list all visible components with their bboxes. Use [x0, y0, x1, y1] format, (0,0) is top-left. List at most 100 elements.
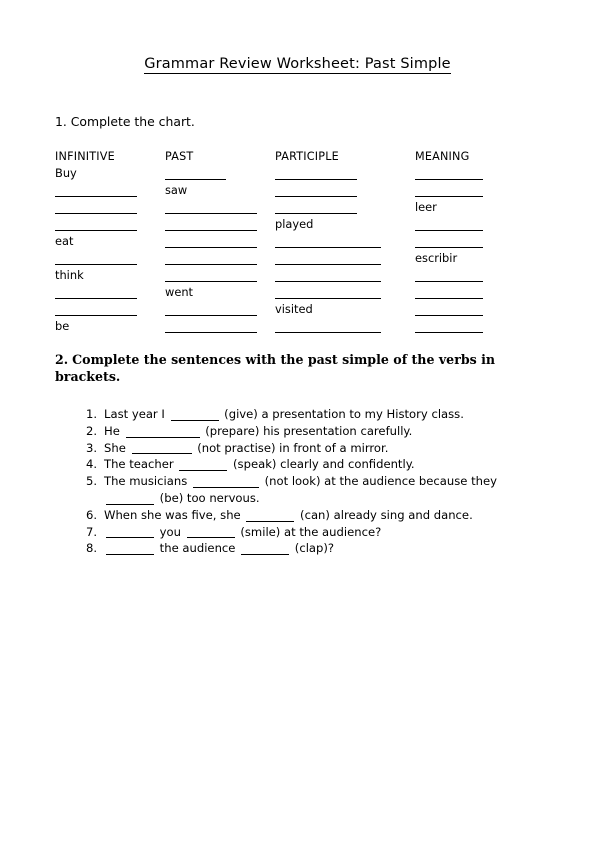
chart-column-header: INFINITIVE — [55, 150, 115, 163]
chart-cell-word: went — [165, 285, 194, 299]
chart-column-body: leer escribir — [415, 166, 495, 336]
sentence-item: 4. The teacher (speak) clearly and confid… — [86, 456, 546, 473]
sentence-item: 7. you (smile) at the audience? — [86, 524, 546, 541]
sentence-item: 3. She (not practise) in front of a mirro… — [86, 440, 546, 457]
chart-cell-blank[interactable] — [415, 217, 495, 234]
sentence-text-run: The teacher — [104, 457, 178, 472]
sentence-text: The teacher (speak) clearly and confiden… — [104, 457, 415, 471]
chart-cell-word: played — [275, 217, 314, 231]
worksheet-page: Grammar Review Worksheet: Past Simple 1.… — [0, 0, 595, 842]
chart-cell-blank[interactable] — [415, 166, 495, 183]
chart-cell-blank[interactable] — [165, 319, 265, 336]
sentence-answer-blank[interactable] — [106, 544, 154, 556]
chart-cell-blank[interactable] — [275, 285, 385, 302]
chart-cell-blank[interactable] — [55, 200, 155, 217]
chart-cell-blank[interactable] — [165, 234, 265, 251]
chart-cell-word: leer — [415, 200, 437, 214]
sentence-item: 2. He (prepare) his presentation carefull… — [86, 423, 546, 440]
sentence-answer-blank[interactable] — [106, 527, 154, 539]
sentence-text-run: (speak) clearly and confidently. — [229, 457, 415, 472]
sentence-text-run: the audience — [156, 541, 240, 556]
chart-column-meaning: MEANING leer escribir — [415, 149, 495, 336]
sentence-number: 4. — [86, 457, 98, 472]
sentence-item: 1. Last year I (give) a presentation to m… — [86, 406, 546, 423]
sentence-text-run: (not practise) in front of a mirror. — [193, 440, 389, 455]
sentence-item: 8. the audience (clap)? — [86, 540, 546, 557]
chart-cell-blank[interactable] — [415, 268, 495, 285]
chart-cell-blank[interactable] — [165, 268, 265, 285]
sentence-text: the audience (clap)? — [104, 541, 334, 555]
sentence-list: 1. Last year I (give) a presentation to m… — [86, 406, 546, 557]
sentence-answer-blank[interactable] — [179, 460, 228, 472]
sentence-text-run: The musicians — [104, 474, 191, 489]
sentence-text-run: (smile) at the audience? — [236, 524, 382, 539]
sentence-text-run: (prepare) his presentation carefully. — [201, 423, 413, 438]
chart-cell-blank[interactable] — [55, 285, 155, 302]
chart-cell-blank[interactable] — [415, 285, 495, 302]
chart-cell-blank[interactable] — [165, 166, 265, 183]
chart-cell-blank[interactable] — [415, 183, 495, 200]
chart-cell-blank[interactable] — [55, 302, 155, 319]
sentence-number: 5. — [86, 474, 98, 489]
chart-cell-word: think — [55, 268, 84, 282]
chart-cell-blank[interactable] — [275, 251, 385, 268]
chart-cell-blank[interactable] — [415, 234, 495, 251]
chart-cell-blank[interactable] — [275, 268, 385, 285]
chart-cell-word: saw — [165, 183, 188, 197]
chart-cell-blank[interactable] — [55, 217, 155, 234]
sentence-text-run: Last year I — [104, 407, 169, 421]
chart-cell-blank[interactable] — [55, 183, 155, 200]
sentence-answer-blank[interactable] — [106, 494, 154, 505]
sentence-text-run: He — [104, 423, 124, 438]
chart-cell-blank[interactable] — [415, 319, 495, 336]
sentence-answer-blank[interactable] — [170, 410, 219, 421]
sentence-number: 2. — [86, 423, 98, 438]
chart-cell-blank[interactable] — [275, 183, 385, 200]
sentence-number: 8. — [86, 541, 98, 556]
sentence-answer-blank[interactable] — [131, 443, 192, 455]
sentence-text-run: (give) a presentation to my History clas… — [220, 407, 464, 421]
sentence-item: 5. The musicians (not look) at the audien… — [86, 473, 546, 507]
sentence-answer-blank[interactable] — [186, 527, 235, 539]
sentence-text-run: When she was five, she — [104, 507, 245, 522]
chart-cell-blank[interactable] — [55, 251, 155, 268]
chart-cell-blank[interactable] — [275, 319, 385, 336]
sentence-answer-blank[interactable] — [125, 427, 200, 438]
sentence-text-run: (not look) at the audience because they — [260, 474, 497, 489]
sentence-answer-blank[interactable] — [192, 477, 259, 488]
chart-column-header: PAST — [165, 150, 194, 163]
chart-column-body: saw went — [165, 166, 265, 336]
sentence-answer-blank[interactable] — [241, 544, 290, 556]
sentence-number: 7. — [86, 524, 98, 539]
chart-cell-word: escribir — [415, 251, 458, 265]
chart-column-header: MEANING — [415, 150, 470, 163]
sentence-text-run: (clap)? — [291, 541, 335, 556]
chart-cell-blank[interactable] — [415, 302, 495, 319]
sentence-text: The musicians (not look) at the audience… — [104, 474, 497, 505]
sentence-text: When she was five, she (can) already sin… — [104, 508, 473, 522]
page-title: Grammar Review Worksheet: Past Simple — [0, 56, 595, 74]
sentence-text: Last year I (give) a presentation to my … — [104, 407, 464, 421]
chart-cell-word: eat — [55, 234, 74, 248]
chart-column-past: PAST saw went — [165, 149, 265, 336]
exercise-1-heading: 1. Complete the chart. — [55, 114, 195, 129]
chart-cell-blank[interactable] — [275, 234, 385, 251]
sentence-answer-blank[interactable] — [246, 511, 295, 522]
sentence-number: 1. — [86, 407, 98, 421]
chart-cell-blank[interactable] — [165, 200, 265, 217]
sentence-number: 3. — [86, 440, 98, 455]
sentence-item: 6. When she was five, she (can) already s… — [86, 507, 546, 524]
chart-column-header: PARTICIPLE — [275, 150, 339, 163]
exercise-2-heading: 2. Complete the sentences with the past s… — [55, 351, 530, 385]
chart-column-infinitive: INFINITIVE Buy eat think be — [55, 149, 155, 336]
chart-cell-blank[interactable] — [165, 251, 265, 268]
sentence-text-run: (be) too nervous. — [156, 490, 260, 505]
chart-cell-blank[interactable] — [275, 166, 385, 183]
chart-cell-blank[interactable] — [165, 302, 265, 319]
chart-column-body: Buy eat think be — [55, 166, 155, 336]
chart-cell-word: be — [55, 319, 70, 333]
chart-column-participle: PARTICIPLE played visited — [275, 149, 385, 336]
chart-cell-blank[interactable] — [165, 217, 265, 234]
chart-cell-blank[interactable] — [275, 200, 385, 217]
chart-cell-word: Buy — [55, 166, 77, 180]
